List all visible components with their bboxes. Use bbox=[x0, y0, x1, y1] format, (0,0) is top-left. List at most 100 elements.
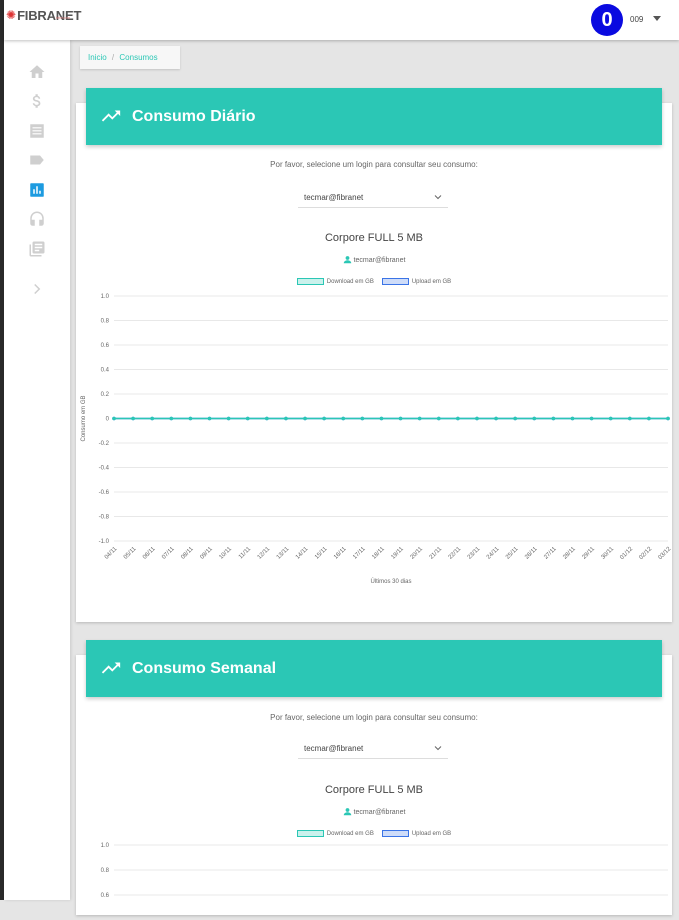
data-point bbox=[303, 416, 307, 421]
legend-swatch-download bbox=[296, 830, 324, 837]
login-prompt: Por favor, selecione um login para consu… bbox=[270, 160, 478, 169]
x-tick-label: 03/12 bbox=[658, 546, 672, 561]
weekly-consumption-card: Consumo Semanal Por favor, selecione um … bbox=[76, 640, 672, 915]
data-point bbox=[207, 416, 212, 421]
x-tick-label: 27/11 bbox=[543, 546, 558, 561]
x-tick-label: 01/12 bbox=[619, 546, 634, 561]
y-tick-label: -1.0 bbox=[99, 539, 110, 545]
x-tick-label: 19/11 bbox=[390, 546, 405, 561]
legend-label-download: Download em GB bbox=[326, 278, 374, 285]
login-label-text: tecmar@fibranet bbox=[353, 257, 406, 264]
data-point bbox=[284, 416, 288, 421]
plan-name: Corpore FULL 5 MB bbox=[324, 232, 424, 244]
data-point bbox=[627, 416, 632, 421]
daily-consumption-chart: 1.0 0.8 0.6 0.4 0.2 0 -0.2 -0.4 -0.6 -0.8 -1.0 Cons… bbox=[81, 294, 672, 585]
x-tick-label: 13/11 bbox=[276, 546, 291, 561]
y-tick-label: 0.8 bbox=[101, 319, 110, 325]
x-tick-label: 07/11 bbox=[161, 546, 176, 561]
x-tick-label: 21/11 bbox=[429, 546, 444, 561]
x-tick-label: 12/11 bbox=[257, 546, 272, 561]
legend-swatch-upload bbox=[381, 278, 409, 285]
data-point bbox=[226, 416, 231, 421]
data-point bbox=[322, 416, 326, 421]
plan-name: Corpore FULL 5 MB bbox=[324, 784, 424, 796]
legend-upload[interactable]: Upload em GB bbox=[381, 830, 451, 837]
y-tick-label: 0.6 bbox=[101, 343, 110, 349]
y-tick-label: 0.2 bbox=[101, 392, 110, 398]
list-icon[interactable] bbox=[28, 122, 46, 140]
x-tick-label: 10/11 bbox=[218, 546, 233, 561]
data-point bbox=[666, 416, 670, 421]
trending-up-icon bbox=[101, 110, 121, 122]
daily-card-header: Consumo Diário bbox=[86, 88, 662, 145]
user-icon bbox=[343, 256, 351, 264]
x-tick-label: 24/11 bbox=[486, 546, 501, 561]
weekly-card-header: Consumo Semanal bbox=[86, 640, 662, 697]
dollar-icon[interactable] bbox=[28, 92, 46, 110]
y-tick-label: -0.4 bbox=[99, 466, 110, 472]
headset-icon[interactable] bbox=[28, 210, 46, 228]
data-point bbox=[360, 416, 365, 421]
login-label-text: tecmar@fibranet bbox=[353, 809, 406, 816]
login-select[interactable]: tecmar@fibranet bbox=[298, 739, 448, 759]
x-tick-label: 28/11 bbox=[562, 546, 577, 561]
data-point bbox=[265, 416, 269, 421]
x-tick-label: 14/11 bbox=[295, 546, 310, 561]
data-point bbox=[112, 416, 116, 421]
data-point bbox=[456, 416, 460, 421]
legend-label-download: Download em GB bbox=[326, 830, 374, 837]
data-point bbox=[341, 416, 346, 421]
user-code[interactable]: 009 bbox=[630, 15, 643, 24]
avatar[interactable]: 0 bbox=[591, 4, 623, 36]
weekly-consumption-chart: 1.0 0.8 0.6 bbox=[101, 843, 668, 899]
breadcrumb-home[interactable]: Inicio bbox=[88, 53, 107, 62]
chart-legend: Download em GB Upload em GB bbox=[76, 830, 672, 837]
x-tick-label: 16/11 bbox=[333, 546, 348, 561]
chevron-right-icon[interactable] bbox=[28, 280, 46, 298]
breadcrumb-current[interactable]: Consumos bbox=[119, 53, 157, 62]
data-point bbox=[131, 416, 135, 421]
x-tick-label: 15/11 bbox=[314, 546, 329, 561]
data-point bbox=[245, 416, 250, 421]
y-tick-label: 0.6 bbox=[101, 893, 110, 899]
x-tick-label: 02/12 bbox=[638, 546, 653, 561]
data-point bbox=[570, 416, 575, 421]
label-icon[interactable] bbox=[28, 151, 46, 169]
x-tick-label: 29/11 bbox=[581, 546, 596, 561]
data-point bbox=[379, 416, 384, 421]
data-point bbox=[436, 416, 441, 421]
data-point bbox=[647, 416, 651, 421]
legend-upload[interactable]: Upload em GB bbox=[381, 278, 452, 285]
data-point bbox=[417, 416, 422, 421]
x-tick-label: 11/11 bbox=[238, 546, 253, 561]
logo-mark-icon: ✺ bbox=[6, 8, 17, 22]
legend-download[interactable]: Download em GB bbox=[296, 278, 374, 285]
x-tick-label: 08/11 bbox=[180, 546, 195, 561]
chart-legend: Download em GB Upload em GB bbox=[76, 278, 672, 285]
bar-chart-icon[interactable] bbox=[28, 181, 46, 199]
y-tick-label: -0.2 bbox=[99, 441, 110, 447]
login-select-value: tecmar@fibranet bbox=[304, 744, 364, 753]
legend-label-upload: Upload em GB bbox=[411, 278, 452, 285]
caret-down-icon[interactable] bbox=[653, 16, 661, 21]
login-select[interactable]: tecmar@fibranet bbox=[298, 188, 448, 208]
home-icon[interactable] bbox=[28, 63, 46, 81]
x-tick-label: 26/11 bbox=[524, 546, 539, 561]
legend-download[interactable]: Download em GB bbox=[296, 830, 374, 837]
login-label: tecmar@fibranet bbox=[76, 807, 672, 816]
library-icon[interactable] bbox=[28, 240, 46, 258]
x-tick-label: 23/11 bbox=[467, 546, 482, 561]
breadcrumb-separator: / bbox=[111, 53, 115, 62]
x-tick-label: 20/11 bbox=[410, 546, 425, 561]
legend-swatch-upload bbox=[381, 830, 409, 837]
y-axis-label: Consumo em GB bbox=[81, 395, 87, 441]
login-select-value: tecmar@fibranet bbox=[304, 193, 364, 202]
x-tick-label: 17/11 bbox=[352, 546, 367, 561]
chevron-down-icon bbox=[434, 195, 442, 200]
x-tick-label: 04/11 bbox=[104, 546, 119, 561]
data-point bbox=[589, 416, 594, 421]
y-tick-label: 1.0 bbox=[101, 843, 110, 849]
chevron-down-icon bbox=[434, 746, 442, 751]
brand-name: FIBRANET bbox=[17, 8, 82, 23]
y-tick-label: 0.4 bbox=[101, 368, 110, 374]
